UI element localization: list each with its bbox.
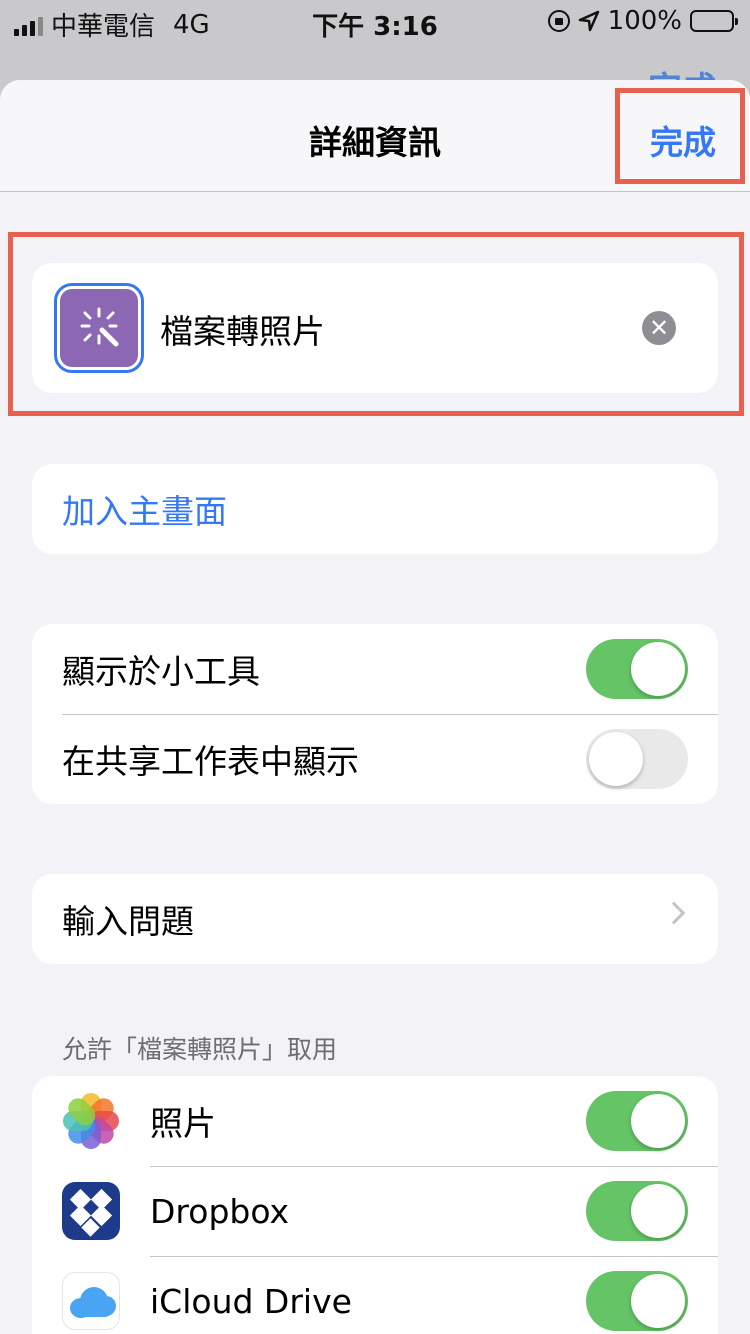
location-arrow-icon xyxy=(578,10,599,32)
chevron-right-icon xyxy=(662,901,686,925)
icloud-icon xyxy=(62,1272,120,1330)
photos-access-toggle[interactable] xyxy=(586,1091,688,1151)
clear-text-button[interactable]: ✕ xyxy=(642,311,676,345)
dropbox-access-toggle[interactable] xyxy=(586,1181,688,1241)
orientation-lock-icon xyxy=(547,10,570,32)
dropbox-icon xyxy=(62,1182,120,1240)
input-question-row[interactable]: 輸入問題 xyxy=(32,874,718,964)
permissions-section-header: 允許「檔案轉照片」取用 xyxy=(62,1035,338,1064)
widget-toggle-label: 顯示於小工具 xyxy=(62,652,260,691)
shortcut-icon-button[interactable] xyxy=(54,283,144,373)
details-sheet: 詳細資訊 完成 檔案轉照片 ✕ 加入主畫面 顯示於小工具 在共享工作表中顯示 輸… xyxy=(0,80,750,1334)
shortcut-name-field[interactable]: 檔案轉照片 xyxy=(160,305,325,353)
done-highlight-box xyxy=(615,88,745,184)
share-sheet-toggle-label: 在共享工作表中顯示 xyxy=(62,742,359,781)
magic-wand-icon xyxy=(60,289,138,367)
nav-bar: 詳細資訊 完成 xyxy=(0,80,750,192)
widget-toggle-row: 顯示於小工具 xyxy=(32,624,718,714)
share-sheet-toggle-row: 在共享工作表中顯示 xyxy=(32,714,718,804)
app-name-icloud-drive: iCloud Drive xyxy=(150,1281,352,1321)
app-row-photos: 照片 xyxy=(32,1076,718,1166)
app-permissions-card: 照片 Dropbox iCloud Drive xyxy=(32,1076,718,1334)
share-sheet-toggle-switch[interactable] xyxy=(586,729,688,789)
photos-icon xyxy=(62,1092,120,1150)
add-to-home-button[interactable]: 加入主畫面 xyxy=(32,464,718,554)
battery-percent: 100% xyxy=(607,6,682,36)
add-to-home-card: 加入主畫面 xyxy=(32,464,718,554)
app-name-photos: 照片 xyxy=(150,1104,216,1143)
icloud-access-toggle[interactable] xyxy=(586,1271,688,1331)
app-row-icloud-drive: iCloud Drive xyxy=(32,1256,718,1334)
shortcut-name-card: 檔案轉照片 ✕ xyxy=(32,263,718,393)
app-name-dropbox: Dropbox xyxy=(150,1191,290,1231)
battery-icon xyxy=(690,10,738,32)
app-row-dropbox: Dropbox xyxy=(32,1166,718,1256)
input-question-label: 輸入問題 xyxy=(62,902,194,941)
status-right: 100% xyxy=(547,6,738,36)
visibility-settings-card: 顯示於小工具 在共享工作表中顯示 xyxy=(32,624,718,804)
status-bar: 中華電信 4G 下午 3:16 100% xyxy=(0,0,750,42)
input-question-card: 輸入問題 xyxy=(32,874,718,964)
widget-toggle-switch[interactable] xyxy=(586,639,688,699)
